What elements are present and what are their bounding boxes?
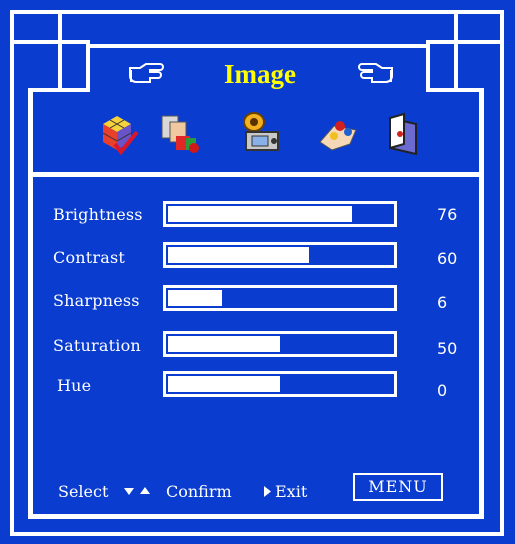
image-camera-icon[interactable]	[238, 108, 284, 160]
arrow-down-icon	[124, 488, 134, 495]
geometry-icon[interactable]	[156, 108, 202, 160]
pointing-hand-right-icon	[129, 63, 164, 83]
hue-slider[interactable]	[163, 371, 397, 397]
menu-title: Image	[224, 59, 296, 89]
frame-inner-bottom	[28, 514, 484, 519]
footer-exit-label: Exit	[275, 482, 308, 501]
arrow-right-icon	[264, 486, 271, 497]
hue-level	[168, 376, 280, 392]
color-cube-icon[interactable]	[95, 108, 141, 160]
sharpness-label: Sharpness	[53, 291, 140, 310]
frame-corner-tr-h	[426, 40, 504, 44]
exit-door-icon[interactable]	[380, 108, 426, 160]
sharpness-level	[168, 290, 222, 306]
frame-corner-tl-h	[10, 40, 90, 44]
arrow-up-icon	[140, 487, 150, 494]
frame-outer-bottom	[10, 532, 504, 536]
frame-header-left-post	[86, 44, 90, 92]
hue-label: Hue	[57, 376, 92, 395]
frame-outer-right	[500, 10, 504, 536]
frame-corner-tr-v	[454, 10, 458, 92]
sharpness-slider[interactable]	[163, 285, 397, 311]
brightness-value: 76	[437, 205, 458, 224]
contrast-slider[interactable]	[163, 242, 397, 268]
frame-header-top	[86, 44, 430, 48]
frame-outer-left	[10, 10, 14, 536]
hand-settings-icon[interactable]	[316, 108, 362, 160]
brightness-slider[interactable]	[163, 201, 397, 227]
hue-value: 0	[437, 381, 448, 400]
contrast-label: Contrast	[53, 248, 126, 267]
saturation-level	[168, 336, 280, 352]
contrast-value: 60	[437, 249, 458, 268]
brightness-label: Brightness	[53, 205, 143, 224]
footer-confirm-label: Confirm	[166, 482, 232, 501]
saturation-value: 50	[437, 339, 458, 358]
frame-header-right-post	[426, 44, 430, 92]
frame-inner-right	[479, 88, 484, 516]
saturation-slider[interactable]	[163, 331, 397, 357]
osd-menu: Image Brightness 76 Contrast 60 Sharpnes…	[0, 0, 515, 544]
frame-corner-tl-v	[58, 10, 62, 92]
frame-inner-left	[28, 88, 33, 516]
menu-button[interactable]: MENU	[353, 473, 443, 501]
sharpness-value: 6	[437, 293, 448, 312]
frame-outer-top	[10, 10, 504, 14]
footer-select-label: Select	[58, 482, 109, 501]
frame-corner-tl-hb	[28, 88, 90, 92]
brightness-level	[168, 206, 352, 222]
pointing-hand-left-icon	[358, 63, 393, 83]
frame-corner-tr-hb	[426, 88, 484, 92]
saturation-label: Saturation	[53, 336, 141, 355]
frame-header-divider	[28, 172, 484, 177]
contrast-level	[168, 247, 310, 263]
